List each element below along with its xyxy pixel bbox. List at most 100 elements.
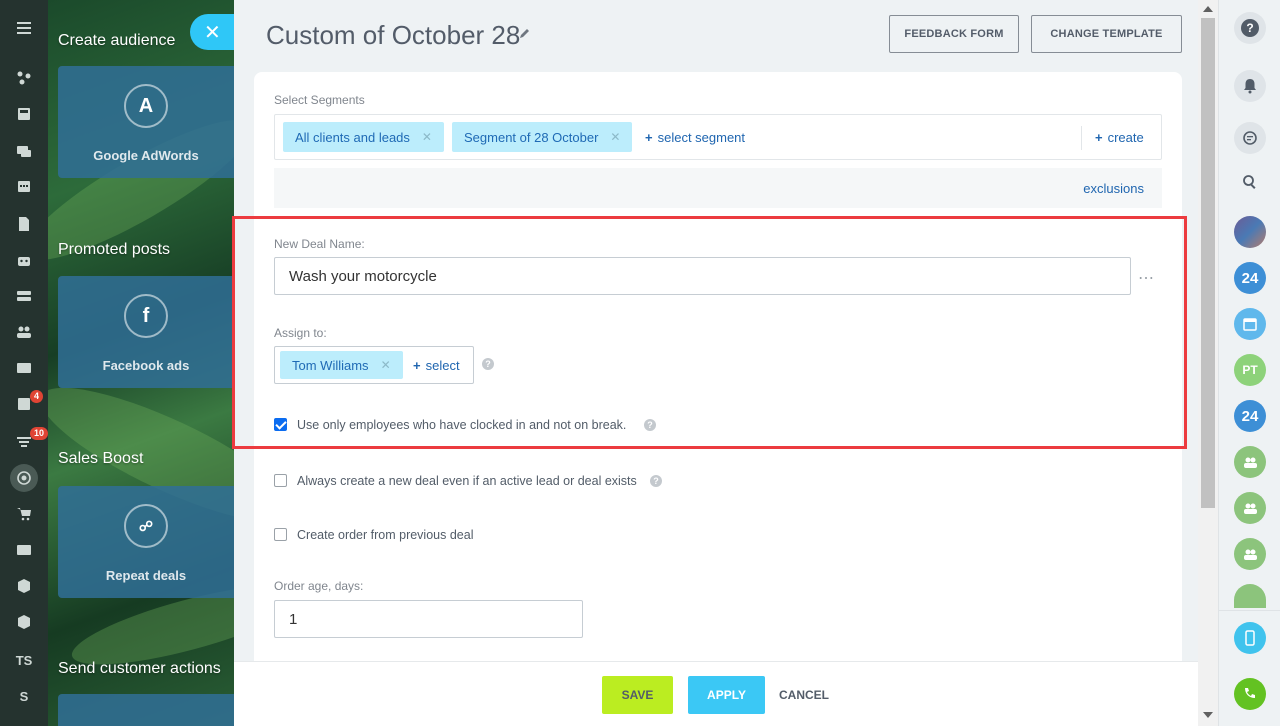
cancel-button[interactable]: CANCEL (774, 676, 834, 714)
vertical-scrollbar[interactable] (1198, 0, 1218, 726)
segment-tag-label: Segment of 28 October (464, 129, 599, 145)
cart-icon[interactable] (12, 502, 36, 526)
assignee-name: Tom Williams (292, 357, 369, 373)
select-segment-link[interactable]: + select segment (645, 130, 745, 145)
facebook-ads-tile[interactable]: f Facebook ads (58, 276, 234, 388)
order-age-input[interactable]: 1 (274, 600, 583, 638)
deal-name-label: New Deal Name: (274, 237, 365, 251)
segment-tag[interactable]: All clients and leads ✕ (283, 122, 444, 152)
filter-badge: 10 (30, 427, 49, 440)
page-title: Custom of October 28 (266, 20, 521, 50)
plus-icon: + (645, 130, 653, 145)
plus-icon: + (1095, 130, 1103, 145)
rail-item-ts[interactable]: TS (12, 648, 36, 672)
segments-label: Select Segments (274, 93, 365, 107)
more-options-icon[interactable]: ⋯ (1138, 268, 1155, 288)
group-chat-icon[interactable] (1234, 492, 1266, 524)
group-chat-icon[interactable] (1234, 538, 1266, 570)
main-slider: Custom of October 28 FEEDBACK FORM CHANG… (234, 0, 1198, 726)
divider (1081, 126, 1082, 150)
help-icon[interactable]: ? (482, 358, 494, 370)
search-icon[interactable] (1234, 166, 1266, 198)
remove-icon[interactable]: ✕ (610, 130, 620, 144)
left-icon-rail: 4 10 TS S (0, 0, 49, 726)
phone-icon[interactable] (1234, 678, 1266, 710)
bitrix24-avatar[interactable]: 24 (1234, 262, 1266, 294)
tasks-badge: 4 (30, 390, 44, 403)
contact-card-icon[interactable] (12, 538, 36, 562)
package-icon[interactable] (12, 610, 36, 634)
feed-icon[interactable] (12, 66, 36, 90)
remove-icon[interactable]: ✕ (381, 358, 391, 372)
section-title-create-audience: Create audience (58, 32, 176, 49)
calendar-icon[interactable] (12, 174, 36, 198)
select-segment-label: select segment (657, 130, 746, 145)
select-assignee-link[interactable]: + select (413, 358, 460, 373)
scroll-down-icon[interactable] (1203, 712, 1213, 718)
always-new-deal-label: Always create a new deal even if an acti… (297, 474, 637, 488)
assign-to-label: Assign to: (274, 326, 327, 340)
divider (1219, 610, 1280, 611)
robot-icon[interactable] (12, 248, 36, 272)
chat-icon[interactable] (12, 140, 36, 164)
facebook-icon: f (124, 294, 168, 338)
always-new-deal-checkbox[interactable] (274, 474, 287, 487)
section-title-sales-boost: Sales Boost (58, 450, 144, 467)
create-label: create (1107, 130, 1144, 145)
segment-tag[interactable]: Segment of 28 October ✕ (452, 122, 633, 152)
create-segment-link[interactable]: + create (1095, 130, 1144, 145)
help-icon[interactable]: ? (644, 419, 656, 431)
group-chat-icon[interactable] (1234, 584, 1266, 608)
close-slider-button[interactable]: ✕ (190, 14, 234, 50)
help-icon[interactable]: ? (650, 475, 662, 487)
repeat-deals-tile[interactable]: ☍ Repeat deals (58, 486, 234, 598)
clocked-in-label: Use only employees who have clocked in a… (297, 418, 627, 432)
inbox-icon[interactable] (12, 102, 36, 126)
pencil-icon[interactable] (518, 26, 532, 40)
assignee-selector[interactable]: Tom Williams ✕ + select (274, 346, 474, 384)
close-icon: ✕ (204, 21, 221, 44)
exclusions-link[interactable]: exclusions (1083, 181, 1144, 196)
group-icon[interactable] (12, 320, 36, 344)
clocked-in-checkbox[interactable] (274, 418, 287, 431)
rail-item-s[interactable]: S (12, 684, 36, 708)
bell-icon[interactable] (1234, 70, 1266, 102)
pt-avatar[interactable]: PT (1234, 354, 1266, 386)
exclusions-row: exclusions (274, 168, 1162, 208)
right-sidebar: ? 24 PT 24 (1218, 0, 1280, 726)
feedback-form-button[interactable]: FEEDBACK FORM (889, 15, 1019, 53)
change-template-button[interactable]: CHANGE TEMPLATE (1031, 15, 1182, 53)
box-icon[interactable] (12, 574, 36, 598)
customer-actions-tile[interactable] (58, 694, 234, 726)
plus-icon: + (413, 358, 421, 373)
mobile-sync-icon[interactable] (1234, 622, 1266, 654)
create-order-checkbox[interactable] (274, 528, 287, 541)
help-circle-icon[interactable]: ? (1234, 12, 1266, 44)
mail-icon[interactable] (12, 356, 36, 380)
target-icon[interactable] (10, 464, 38, 492)
assignee-tag[interactable]: Tom Williams ✕ (280, 351, 403, 379)
segments-selector[interactable]: All clients and leads ✕ Segment of 28 Oc… (274, 114, 1162, 160)
drive-icon[interactable] (12, 284, 36, 308)
tile-label: Repeat deals (105, 568, 187, 583)
bitrix24-avatar[interactable]: 24 (1234, 400, 1266, 432)
section-title-send-customer-actions: Send customer actions (58, 660, 221, 677)
save-button[interactable]: SAVE (602, 676, 673, 714)
segment-tag-label: All clients and leads (295, 129, 410, 145)
handshake-icon: ☍ (124, 504, 168, 548)
user-avatar[interactable] (1234, 216, 1266, 248)
tile-label: Facebook ads (102, 358, 190, 373)
group-chat-icon[interactable] (1234, 446, 1266, 478)
scroll-up-icon[interactable] (1203, 6, 1213, 12)
google-adwords-tile[interactable]: A Google AdWords (58, 66, 234, 178)
calendar-avatar[interactable] (1234, 308, 1266, 340)
remove-icon[interactable]: ✕ (422, 130, 432, 144)
scroll-thumb[interactable] (1201, 18, 1215, 508)
marketing-panel: Create audience A Google AdWords Promote… (48, 0, 234, 726)
messages-icon[interactable] (1234, 122, 1266, 154)
document-icon[interactable] (12, 212, 36, 236)
apply-button[interactable]: APPLY (688, 676, 765, 714)
menu-icon[interactable] (12, 16, 36, 40)
deal-name-input[interactable]: Wash your motorcycle (274, 257, 1131, 295)
create-order-label: Create order from previous deal (297, 528, 474, 542)
